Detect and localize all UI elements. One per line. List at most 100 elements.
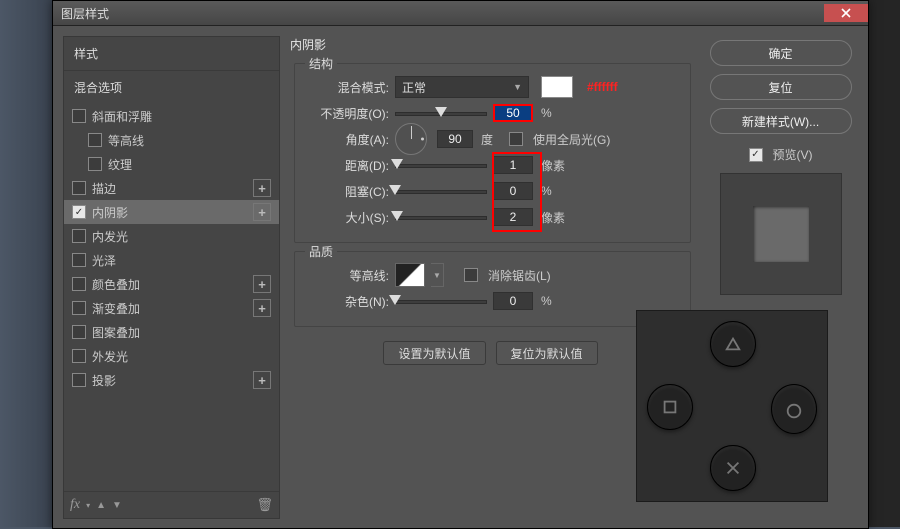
sidebar-item-label: 图案叠加 — [92, 324, 140, 341]
sidebar-item-label: 颜色叠加 — [92, 276, 140, 293]
angle-unit: 度 — [481, 131, 493, 148]
angle-dial[interactable] — [395, 123, 427, 155]
size-slider[interactable] — [395, 210, 487, 224]
sidebar-item-label: 描边 — [92, 180, 116, 197]
sidebar-item-checkbox[interactable] — [88, 157, 102, 171]
sidebar-item-5[interactable]: 内发光 — [64, 224, 279, 248]
color-swatch[interactable] — [541, 76, 573, 98]
preview-label: 预览(V) — [773, 146, 813, 163]
sidebar-item-checkbox[interactable] — [72, 109, 86, 123]
sidebar-item-label: 斜面和浮雕 — [92, 108, 152, 125]
hex-annotation: #ffffff — [587, 80, 618, 94]
sidebar-item-2[interactable]: 纹理 — [64, 152, 279, 176]
quality-legend: 品质 — [305, 243, 337, 260]
sidebar-item-8[interactable]: 渐变叠加+ — [64, 296, 279, 320]
size-input[interactable] — [493, 208, 533, 226]
dpad-down-button[interactable] — [710, 445, 756, 491]
sidebar-item-label: 内阴影 — [92, 204, 128, 221]
blend-mode-label: 混合模式: — [307, 79, 389, 96]
sidebar-item-label: 投影 — [92, 372, 116, 389]
sidebar-item-label: 内发光 — [92, 228, 128, 245]
global-light-checkbox[interactable] — [509, 132, 523, 146]
reset-default-button[interactable]: 复位为默认值 — [496, 341, 598, 365]
sidebar-item-checkbox[interactable] — [88, 133, 102, 147]
styles-sidebar: 样式 混合选项 斜面和浮雕等高线纹理描边+✓内阴影+内发光光泽颜色叠加+渐变叠加… — [63, 36, 280, 519]
antialias-checkbox[interactable] — [464, 268, 478, 282]
sidebar-item-7[interactable]: 颜色叠加 + — [64, 272, 279, 296]
noise-unit: % — [541, 294, 552, 308]
quality-fieldset: 品质 等高线: ▼ 消除锯齿(L) 杂色(N): % — [294, 251, 691, 327]
sidebar-item-checkbox[interactable] — [72, 253, 86, 267]
opacity-input[interactable] — [493, 104, 533, 122]
opacity-label: 不透明度(O): — [307, 105, 389, 122]
sidebar-item-0[interactable]: 斜面和浮雕 — [64, 104, 279, 128]
sidebar-item-checkbox[interactable] — [72, 373, 86, 387]
choke-input[interactable] — [493, 182, 533, 200]
ok-button[interactable]: 确定 — [710, 40, 852, 66]
panel-title: 内阴影 — [290, 36, 691, 53]
sidebar-item-6[interactable]: 光泽 — [64, 248, 279, 272]
make-default-button[interactable]: 设置为默认值 — [383, 341, 485, 365]
contour-picker[interactable] — [395, 263, 425, 287]
dpad-right-button[interactable] — [771, 384, 817, 434]
title-bar[interactable]: 图层样式 — [53, 1, 868, 26]
arrow-down-icon[interactable]: ▼ — [112, 500, 122, 511]
sidebar-header-blend[interactable]: 混合选项 — [64, 70, 279, 104]
add-icon[interactable]: + — [253, 299, 271, 317]
add-icon[interactable]: + — [253, 371, 271, 389]
sidebar-item-1[interactable]: 等高线 — [64, 128, 279, 152]
sidebar-item-11[interactable]: 投影 + — [64, 368, 279, 392]
new-style-button[interactable]: 新建样式(W)... — [710, 108, 852, 134]
cross-icon — [724, 459, 742, 477]
structure-legend: 结构 — [305, 55, 337, 72]
sidebar-item-3[interactable]: 描边 + — [64, 176, 279, 200]
sidebar-item-label: 纹理 — [108, 156, 132, 173]
distance-slider[interactable] — [395, 158, 487, 172]
sidebar-item-checkbox[interactable] — [72, 325, 86, 339]
noise-input[interactable] — [493, 292, 533, 310]
distance-input[interactable] — [493, 156, 533, 174]
sidebar-header-styles[interactable]: 样式 — [64, 37, 279, 70]
sidebar-item-label: 等高线 — [108, 132, 144, 149]
sidebar-item-checkbox[interactable] — [72, 301, 86, 315]
noise-slider[interactable] — [395, 294, 487, 308]
square-icon — [661, 398, 679, 416]
sidebar-item-checkbox[interactable] — [72, 277, 86, 291]
close-button[interactable] — [824, 4, 868, 22]
contour-dropdown[interactable]: ▼ — [431, 263, 444, 287]
sidebar-item-10[interactable]: 外发光 — [64, 344, 279, 368]
antialias-label: 消除锯齿(L) — [488, 267, 551, 284]
close-icon — [841, 8, 851, 18]
main-panel: 内阴影 结构 混合模式: 正常 ▼ #ffffff 不透明度(O): % — [290, 36, 693, 519]
add-icon[interactable]: + — [253, 275, 271, 293]
angle-input[interactable] — [437, 130, 473, 148]
sidebar-item-checkbox[interactable]: ✓ — [72, 205, 86, 219]
add-icon[interactable]: + — [253, 179, 271, 197]
cancel-button[interactable]: 复位 — [710, 74, 852, 100]
dpad-up-button[interactable] — [710, 321, 756, 367]
triangle-icon — [724, 335, 742, 353]
circle-icon — [785, 402, 803, 420]
choke-label: 阻塞(C): — [307, 183, 389, 200]
sidebar-footer: fx▾ ▲ ▼ 🗑 — [64, 491, 279, 518]
distance-unit: 像素 — [541, 157, 565, 174]
opacity-slider[interactable] — [395, 106, 487, 120]
fx-icon[interactable]: fx — [70, 497, 80, 513]
trash-icon[interactable]: 🗑 — [256, 497, 273, 513]
sidebar-item-4[interactable]: ✓ 内阴影 + — [64, 200, 279, 224]
preview-checkbox[interactable]: ✓ — [749, 148, 763, 162]
structure-fieldset: 结构 混合模式: 正常 ▼ #ffffff 不透明度(O): % — [294, 63, 691, 243]
blend-mode-select[interactable]: 正常 ▼ — [395, 76, 529, 98]
distance-label: 距离(D): — [307, 157, 389, 174]
choke-slider[interactable] — [395, 184, 487, 198]
arrow-up-icon[interactable]: ▲ — [96, 500, 106, 511]
dpad-overlay — [636, 310, 828, 502]
dpad-left-button[interactable] — [647, 384, 693, 430]
noise-label: 杂色(N): — [307, 293, 389, 310]
sidebar-item-9[interactable]: 图案叠加 — [64, 320, 279, 344]
add-icon[interactable]: + — [253, 203, 271, 221]
sidebar-item-checkbox[interactable] — [72, 181, 86, 195]
sidebar-item-checkbox[interactable] — [72, 229, 86, 243]
sidebar-item-checkbox[interactable] — [72, 349, 86, 363]
contour-label: 等高线: — [307, 267, 389, 284]
